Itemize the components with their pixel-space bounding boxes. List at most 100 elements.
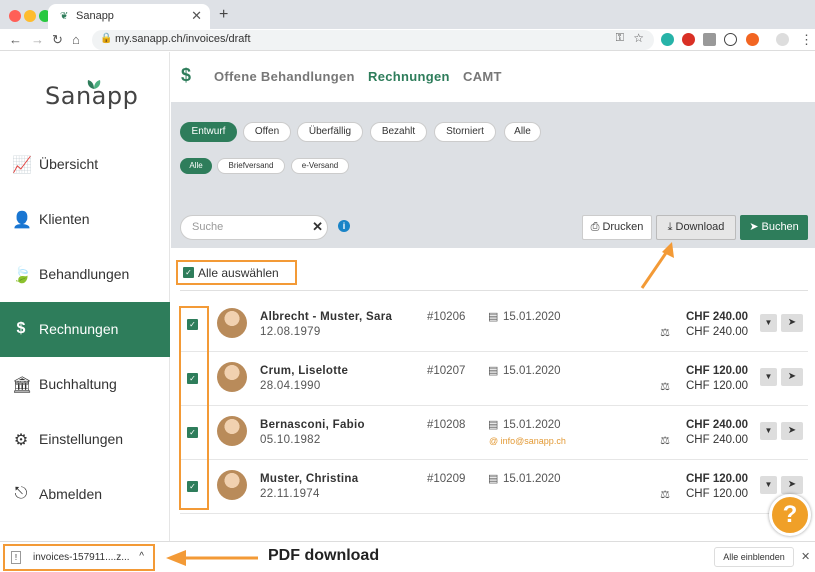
balance-scale-icon: ⚖ [660,435,670,447]
invoice-row[interactable]: ✓ Crum, Liselotte 28.04.1990 #10207 ▤ 15… [180,352,808,406]
row-dropdown-button[interactable]: ▼ [760,314,777,332]
dollar-icon: $ [16,320,26,337]
invoice-balance: CHF 240.00 [685,434,748,446]
invoice-balance: CHF 240.00 [685,326,748,338]
show-all-button[interactable]: Alle einblenden [714,547,794,567]
chart-line-icon: 📈 [12,157,32,174]
extension-teal-icon[interactable] [661,33,674,46]
avatar [217,470,247,500]
sidebar-item-label: Buchhaltung [39,376,117,392]
info-circle-icon[interactable] [724,33,737,46]
reload-icon[interactable]: ↻ [52,32,63,48]
select-all-checkbox[interactable]: ✓ Alle auswählen [176,260,297,285]
extension-red-icon[interactable] [682,33,695,46]
key-icon[interactable]: ⚿ [616,32,624,45]
download-button[interactable]: ⤓ Download [656,215,736,240]
more-menu-icon[interactable]: ⋮ [800,32,813,48]
invoice-row[interactable]: ✓ Albrecht - Muster, Sara 12.08.1979 #10… [180,298,808,352]
dollar-icon: $ [181,65,192,85]
filter-bezahlt[interactable]: Bezahlt [370,122,427,142]
invoice-amount: CHF 120.00 [685,473,748,485]
sanapp-logo[interactable]: Sanapp [45,82,138,110]
download-item[interactable]: ! invoices-157911....z... ^ [3,544,155,571]
tab-close-icon[interactable]: ✕ [191,8,202,24]
client-dob: 22.11.1974 [260,488,320,500]
close-icon[interactable]: ✕ [801,550,810,563]
sidebar-item-label: Einstellungen [39,431,124,447]
filter-ueberfaellig[interactable]: Überfällig [297,122,363,142]
balance-scale-icon: ⚖ [660,381,670,393]
back-icon[interactable]: ← [9,32,22,47]
filter-alle[interactable]: Alle [504,122,541,142]
home-icon[interactable]: ⌂ [72,32,80,47]
new-tab-button[interactable]: + [219,6,228,24]
profile-avatar-icon[interactable] [776,33,789,46]
clear-search-icon[interactable]: ✕ [312,219,323,235]
document-icon: ▤ [488,311,499,323]
avatar [217,362,247,392]
minimize-window-button[interactable] [24,10,36,22]
invoice-amount: CHF 240.00 [685,311,748,323]
sign-out-icon: ⎋ [14,485,28,502]
row-send-button[interactable]: ➤ [781,476,803,494]
user-icon: 👤 [12,212,32,229]
forward-icon[interactable]: → [31,32,44,47]
client-name[interactable]: Bernasconi, Fabio [260,419,365,431]
sidebar-item-label: Behandlungen [39,266,130,282]
camera-icon[interactable] [703,33,716,46]
row-dropdown-button[interactable]: ▼ [760,422,777,440]
row-send-button[interactable]: ➤ [781,314,803,332]
row-send-button[interactable]: ➤ [781,368,803,386]
client-email[interactable]: @ info@sanapp.ch [489,436,566,446]
lock-icon: 🔒 [100,33,113,44]
row-dropdown-button[interactable]: ▼ [760,368,777,386]
delivery-filter-e-versand[interactable]: e-Versand [291,158,349,174]
avatar [217,416,247,446]
invoice-row[interactable]: ✓ Muster, Christina 22.11.1974 #10209 ▤ … [180,460,808,514]
row-send-button[interactable]: ➤ [781,422,803,440]
extension-orange-icon[interactable] [746,33,759,46]
book-button[interactable]: ➤ Buchen [740,215,808,240]
sidebar-item-label: Abmelden [39,486,103,502]
client-name[interactable]: Albrecht - Muster, Sara [260,311,392,323]
help-button[interactable]: ? [769,494,811,536]
delivery-filter-alle[interactable]: Alle [180,158,212,174]
document-icon: ▤ [488,419,499,431]
invoice-balance: CHF 120.00 [685,380,748,392]
filter-entwurf[interactable]: Entwurf [180,122,237,142]
search-input[interactable]: Suche ✕ [180,215,328,240]
sidebar-item-rechnungen[interactable]: $ Rechnungen [0,302,170,357]
invoice-row[interactable]: ✓ Bernasconi, Fabio 05.10.1982 #10208 ▤ … [180,406,808,460]
info-icon[interactable]: i [338,220,350,232]
annotation-arrow-pdf [166,550,258,566]
browser-tab[interactable]: ❦ Sanapp ✕ [48,4,210,29]
close-window-button[interactable] [9,10,21,22]
chevron-up-icon[interactable]: ^ [139,551,144,562]
delivery-filter-briefversand[interactable]: Briefversand [217,158,285,174]
sidebar-item-behandlungen[interactable]: 🍃 Behandlungen [0,247,170,302]
annotation-arrow-download [640,242,674,289]
checkbox-column-highlight [179,306,209,510]
sidebar-item-uebersicht[interactable]: 📈 Übersicht [0,137,170,192]
top-navigation: $ Offene Behandlungen Rechnungen CAMT [171,52,815,102]
bank-icon: 🏛 [12,377,33,394]
print-button[interactable]: ⎙ Drucken [582,215,652,240]
filter-storniert[interactable]: Storniert [434,122,496,142]
tab-offene-behandlungen[interactable]: Offene Behandlungen [214,69,355,84]
sidebar-item-buchhaltung[interactable]: 🏛 Buchhaltung [0,357,170,412]
row-dropdown-button[interactable]: ▼ [760,476,777,494]
client-name[interactable]: Muster, Christina [260,473,358,485]
tab-rechnungen[interactable]: Rechnungen [368,69,450,84]
pdf-download-annotation: PDF download [268,547,380,564]
client-name[interactable]: Crum, Liselotte [260,365,348,377]
bookmark-star-icon[interactable]: ☆ [633,31,644,45]
client-dob: 12.08.1979 [260,326,321,338]
filter-offen[interactable]: Offen [243,122,291,142]
checkbox-checked-icon: ✓ [183,267,194,278]
tab-camt[interactable]: CAMT [463,69,502,84]
sidebar-item-einstellungen[interactable]: ⚙ Einstellungen [0,412,170,467]
sidebar: Sanapp 📈 Übersicht 👤 Klienten 🍃 Behandlu… [0,52,170,541]
sidebar-item-klienten[interactable]: 👤 Klienten [0,192,170,247]
sidebar-item-abmelden[interactable]: ⎋ Abmelden [0,467,170,522]
url-field[interactable]: 🔒 my.sanapp.ch/invoices/draft ⚿ ☆ [92,30,654,50]
